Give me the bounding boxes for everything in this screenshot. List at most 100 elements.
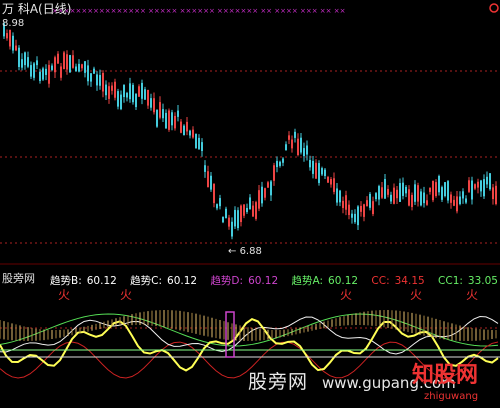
candle-body — [216, 204, 218, 209]
candle-body — [6, 33, 8, 39]
candle-body — [42, 68, 44, 80]
candle-body — [438, 176, 440, 193]
candle-body — [69, 55, 71, 73]
candle-body — [108, 86, 110, 99]
candle-body — [489, 173, 491, 190]
candle-body — [309, 159, 311, 168]
candle-body — [144, 89, 146, 100]
candle-body — [66, 54, 68, 70]
candle-body — [228, 217, 230, 227]
candle-body — [408, 189, 410, 206]
candle-body — [201, 142, 203, 152]
candle-body — [432, 180, 434, 201]
candle-body — [327, 176, 329, 183]
stock-title: 万 科A(日线) — [2, 2, 72, 16]
candle-body — [375, 193, 377, 200]
candle-body — [390, 194, 392, 202]
ind-d-label: 趋势D: — [210, 275, 244, 287]
candle-body — [321, 168, 323, 175]
candle-body — [114, 81, 116, 98]
candle-body — [453, 199, 455, 206]
candle-body — [261, 186, 263, 204]
chart-window[interactable]: ×××××××××××××××× ××××× ×××××× ××××××× ××… — [0, 0, 500, 408]
candle-body — [21, 59, 23, 68]
candle-body — [339, 190, 341, 203]
candle-body — [138, 86, 140, 97]
candle-body — [165, 112, 167, 129]
candle-body — [174, 115, 176, 129]
candle-body — [315, 162, 317, 179]
candle-body — [195, 133, 197, 149]
candle-body — [225, 208, 227, 219]
candle-body — [384, 179, 386, 199]
candle-body — [243, 204, 245, 216]
candle-body — [351, 213, 353, 218]
candle-body — [381, 187, 383, 198]
candle-body — [306, 145, 308, 155]
candle-body — [9, 29, 11, 47]
candle-body — [486, 176, 488, 185]
candle-body — [426, 200, 428, 205]
candle-body — [399, 183, 401, 202]
candle-body — [303, 148, 305, 157]
candle-body — [360, 205, 362, 212]
candle-body — [282, 158, 284, 163]
price-chart[interactable]: ×××××××××××××××× ××××× ×××××× ××××××× ××… — [0, 0, 500, 408]
candle-body — [93, 68, 95, 74]
signal-icon: 火 — [340, 288, 352, 302]
candle-body — [213, 183, 215, 204]
ind-cc: CC: 34.15 — [371, 275, 429, 287]
candle-body — [369, 193, 371, 208]
ind-cc-value: 34.15 — [394, 275, 425, 287]
candle-body — [357, 206, 359, 226]
signal-icon: 火 — [410, 288, 422, 302]
ind-cc1: CC1: 33.05 — [438, 275, 500, 287]
candle-body — [81, 64, 83, 69]
trend-a-line — [0, 313, 499, 347]
candle-body — [294, 131, 296, 138]
candle-body — [135, 93, 137, 108]
candle-body — [231, 221, 233, 237]
candle-body — [252, 205, 254, 217]
candle-body — [237, 210, 239, 229]
candle-body — [378, 186, 380, 200]
indicator-values: 趋势B: 60.12 趋势C: 60.12 趋势D: 60.12 趋势A: 60.12 … — [50, 273, 500, 288]
candle-body — [465, 198, 467, 203]
candle-body — [291, 139, 293, 149]
candle-body — [30, 65, 32, 77]
candle-body — [183, 125, 185, 136]
candle-body — [219, 198, 221, 207]
candle-body — [159, 102, 161, 118]
candle-body — [126, 92, 128, 98]
candle-body — [192, 129, 194, 138]
candle-body — [57, 53, 59, 64]
candle-body — [318, 163, 320, 183]
candle-body — [324, 169, 326, 177]
candle-body — [246, 207, 248, 212]
candle-body — [258, 190, 260, 209]
candle-body — [456, 196, 458, 212]
candle-body — [270, 181, 272, 196]
candle-body — [435, 182, 437, 197]
candle-body — [354, 213, 356, 223]
candle-body — [33, 63, 35, 78]
candle-body — [372, 201, 374, 215]
candle-body — [273, 165, 275, 181]
candle-body — [267, 182, 269, 188]
candle-body — [99, 75, 101, 86]
marker-circle — [489, 3, 499, 13]
candle-body — [210, 175, 212, 190]
watermark-text: 股旁网 — [248, 371, 309, 393]
candle-body — [255, 202, 257, 219]
candle-body — [276, 160, 278, 168]
candle-body — [111, 85, 113, 91]
candle-body — [402, 182, 404, 196]
signal-icon: 火 — [466, 288, 478, 302]
candle-body — [345, 195, 347, 210]
candle-body — [198, 137, 200, 150]
candle-body — [129, 83, 131, 100]
candle-body — [54, 57, 56, 73]
candle-body — [117, 91, 119, 107]
high-price-label: 8.98 — [2, 18, 25, 29]
candle-body — [18, 47, 20, 67]
